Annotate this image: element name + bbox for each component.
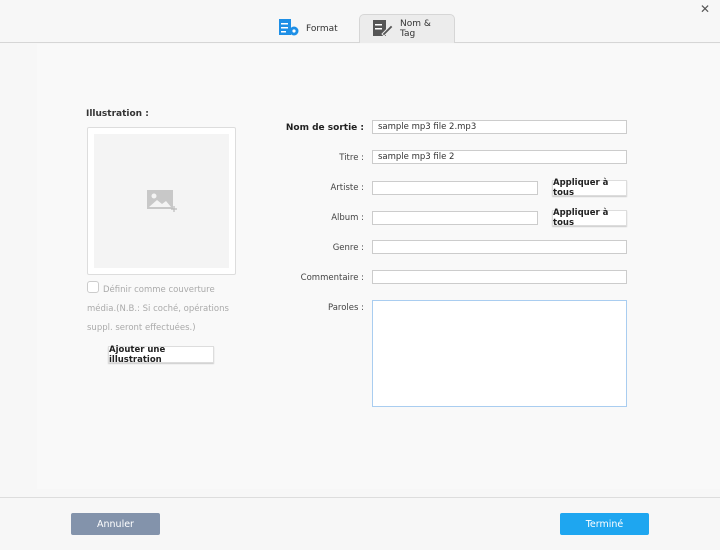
- cancel-button[interactable]: Annuler: [71, 513, 160, 535]
- title-input[interactable]: sample mp3 file 2: [372, 150, 627, 164]
- tab-format-label: Format: [306, 23, 338, 34]
- lyrics-label: Paroles :: [327, 303, 364, 313]
- comment-input[interactable]: [372, 270, 627, 284]
- artwork-box[interactable]: [87, 127, 236, 275]
- illustration-label: Illustration :: [86, 109, 149, 119]
- add-illustration-button[interactable]: Ajouter une illustration: [108, 345, 214, 365]
- edit-tag-icon: [372, 19, 394, 40]
- format-settings-icon: [278, 18, 300, 39]
- image-add-icon: [94, 134, 229, 268]
- artist-label: Artiste :: [330, 183, 364, 193]
- tab-nom-tag-label: Nom & Tag: [400, 19, 431, 39]
- genre-input[interactable]: [372, 240, 627, 254]
- tab-nom-tag[interactable]: Nom & Tag: [359, 14, 455, 43]
- album-apply-all-button[interactable]: Appliquer à tous: [552, 208, 627, 228]
- output-name-input[interactable]: sample mp3 file 2.mp3: [372, 120, 627, 134]
- title-label: Titre :: [339, 153, 364, 163]
- tab-bar: Format Nom & Tag ✕: [0, 0, 720, 43]
- done-button[interactable]: Terminé: [560, 513, 649, 535]
- close-icon[interactable]: ✕: [700, 2, 710, 16]
- artist-apply-all-button[interactable]: Appliquer à tous: [552, 178, 627, 198]
- lyrics-textarea[interactable]: [372, 300, 627, 407]
- artist-input[interactable]: [372, 181, 538, 195]
- comment-label: Commentaire :: [300, 273, 364, 283]
- album-label: Album :: [331, 213, 364, 223]
- cover-checkbox-label: Définir comme couverture média.(N.B.: Si…: [87, 285, 229, 333]
- output-name-label: Nom de sortie :: [285, 123, 364, 133]
- album-input[interactable]: [372, 211, 538, 225]
- footer: Annuler Terminé: [0, 497, 720, 550]
- genre-label: Genre :: [332, 243, 364, 253]
- tab-format[interactable]: Format: [266, 14, 350, 43]
